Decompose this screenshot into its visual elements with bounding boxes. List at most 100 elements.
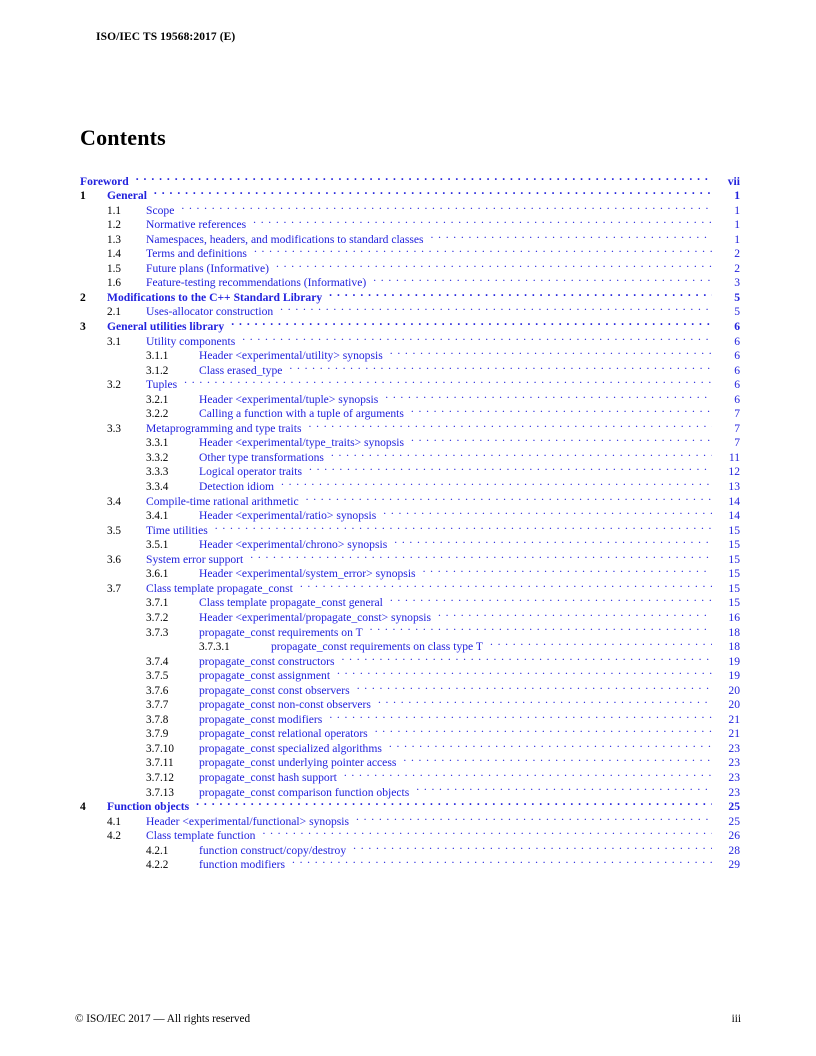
toc-entry[interactable]: Foreword vii [80,170,740,188]
toc-entry-title[interactable]: propagate_const const observers [199,684,355,699]
toc-entry-page[interactable]: 14 [714,509,740,524]
toc-entry-title[interactable]: Metaprogramming and type traits [146,422,307,437]
toc-entry-page[interactable]: 5 [714,305,740,320]
toc-entry-number: 3.7.8 [146,713,169,726]
toc-entry-page[interactable]: 3 [714,276,740,291]
toc-entry-title[interactable]: Scope [146,204,179,219]
toc-entry-page[interactable]: 20 [714,698,740,713]
toc-entry-number: 3.1.1 [146,350,169,363]
toc-entry-title[interactable]: Future plans (Informative) [146,262,274,277]
toc-entry-page[interactable]: 6 [714,393,740,408]
toc-entry-page[interactable]: 28 [714,844,740,859]
toc-entry-page[interactable]: 23 [714,756,740,771]
toc-entry-number: 3.2.1 [146,393,169,406]
toc-dot-leader [309,417,712,432]
toc-entry-page[interactable]: 7 [714,422,740,437]
toc-entry-page[interactable]: 29 [714,858,740,873]
toc-entry-page[interactable]: 20 [714,684,740,699]
toc-entry-page[interactable]: 15 [714,553,740,568]
toc-entry-page[interactable]: 21 [714,727,740,742]
toc-entry-title[interactable]: propagate_const hash support [199,771,342,786]
toc-entry-page[interactable]: 11 [714,451,740,466]
toc-entry-title[interactable]: Time utilities [146,524,213,539]
toc-dot-leader [329,708,712,723]
toc-entry-page[interactable]: 15 [714,596,740,611]
toc-entry-page[interactable]: 15 [714,582,740,597]
toc-entry-number: 3.7 [107,582,121,595]
toc-entry-page[interactable]: 15 [714,524,740,539]
toc-entry-title[interactable]: General [107,189,152,204]
toc-entry-page[interactable]: 19 [714,655,740,670]
toc-entry-page[interactable]: 18 [714,640,740,655]
toc-entry-title[interactable]: propagate_const requirements on T [199,626,368,641]
toc-entry-title[interactable]: Class template function [146,829,260,844]
toc-entry-number: 3.4 [107,495,121,508]
toc-entry-title[interactable]: propagate_const constructors [199,655,340,670]
toc-entry-page[interactable]: 6 [714,320,740,335]
toc-entry-page[interactable]: 15 [714,567,740,582]
toc-entry-page[interactable]: 6 [714,378,740,393]
toc-entry-title[interactable]: Header <experimental/tuple> synopsis [199,393,383,408]
toc-entry-page[interactable]: 18 [714,626,740,641]
toc-entry-page[interactable]: 25 [714,800,740,815]
toc-entry-page[interactable]: 1 [714,204,740,219]
toc-entry-page[interactable]: 21 [714,713,740,728]
toc-entry-page[interactable]: 14 [714,495,740,510]
toc-entry[interactable]: 1 General 1 [80,185,740,203]
toc-entry-page[interactable]: 23 [714,742,740,757]
toc-entry-page[interactable]: 13 [714,480,740,495]
toc-entry-title[interactable]: propagate_const specialized algorithms [199,742,387,757]
toc-entry-page[interactable]: 23 [714,786,740,801]
toc-entry-title[interactable]: Terms and definitions [146,247,252,262]
toc-entry-page[interactable]: 1 [714,189,740,204]
toc-entry-page[interactable]: 16 [714,611,740,626]
toc-entry-page[interactable]: 5 [714,291,740,306]
toc-entry-page[interactable]: 1 [714,233,740,248]
toc-dot-leader [370,621,712,636]
toc-dot-leader [411,403,712,418]
toc-entry-page[interactable]: 1 [714,218,740,233]
toc-entry-title[interactable]: Tuples [146,378,182,393]
toc-entry-number: 1.5 [107,262,121,275]
toc-entry-title[interactable]: Utility components [146,335,240,350]
toc-entry-page[interactable]: 25 [714,815,740,830]
toc-entry-page[interactable]: vii [714,175,740,190]
toc-entry-number: 3.3.4 [146,481,169,494]
toc-entry-number: 3.7.6 [146,684,169,697]
toc-entry-title[interactable]: Normative references [146,218,251,233]
toc-entry-title[interactable]: Class template propagate_const [146,582,298,597]
toc-entry-page[interactable]: 2 [714,247,740,262]
toc-entry-title[interactable]: Detection idiom [199,480,279,495]
toc-entry-number: 3.5.1 [146,539,169,552]
toc-entry-page[interactable]: 23 [714,771,740,786]
toc-entry-title[interactable]: Function objects [107,800,194,815]
toc-entry-page[interactable]: 7 [714,407,740,422]
toc-dot-leader [280,301,712,316]
toc-entry-page[interactable]: 6 [714,364,740,379]
toc-entry-number: 3.6 [107,553,121,566]
toc-entry-title[interactable]: General utilities library [107,320,229,335]
toc-entry-title[interactable]: System error support [146,553,248,568]
toc-entry-page[interactable]: 12 [714,465,740,480]
toc-entry[interactable]: 1.1 Scope 1 [80,199,740,217]
toc-entry-title[interactable]: Compile-time rational arithmetic [146,495,304,510]
toc-entry-page[interactable]: 15 [714,538,740,553]
toc-entry-page[interactable]: 7 [714,436,740,451]
toc-dot-leader [306,490,712,505]
toc-entry-title[interactable]: Foreword [80,175,134,190]
toc-entry-page[interactable]: 2 [714,262,740,277]
toc-entry-page[interactable]: 26 [714,829,740,844]
toc-entry-page[interactable]: 6 [714,335,740,350]
toc-dot-leader [353,839,712,854]
toc-entry-title[interactable]: function modifiers [199,858,290,873]
toc-dot-leader [181,199,712,214]
toc-entry-title[interactable]: propagate_const assignment [199,669,335,684]
toc-entry-page[interactable]: 19 [714,669,740,684]
toc-entry[interactable]: 3.7.4 propagate_const constructors 19 [80,650,740,668]
toc-entry-page[interactable]: 6 [714,349,740,364]
toc-entry-title[interactable]: propagate_const modifiers [199,713,327,728]
toc-entry-title[interactable]: Class template propagate_const general [199,596,388,611]
toc-entry-title[interactable]: propagate_const relational operators [199,727,373,742]
toc-entry-number: 3.1 [107,335,121,348]
toc-entry-number: 3.7.9 [146,728,169,741]
